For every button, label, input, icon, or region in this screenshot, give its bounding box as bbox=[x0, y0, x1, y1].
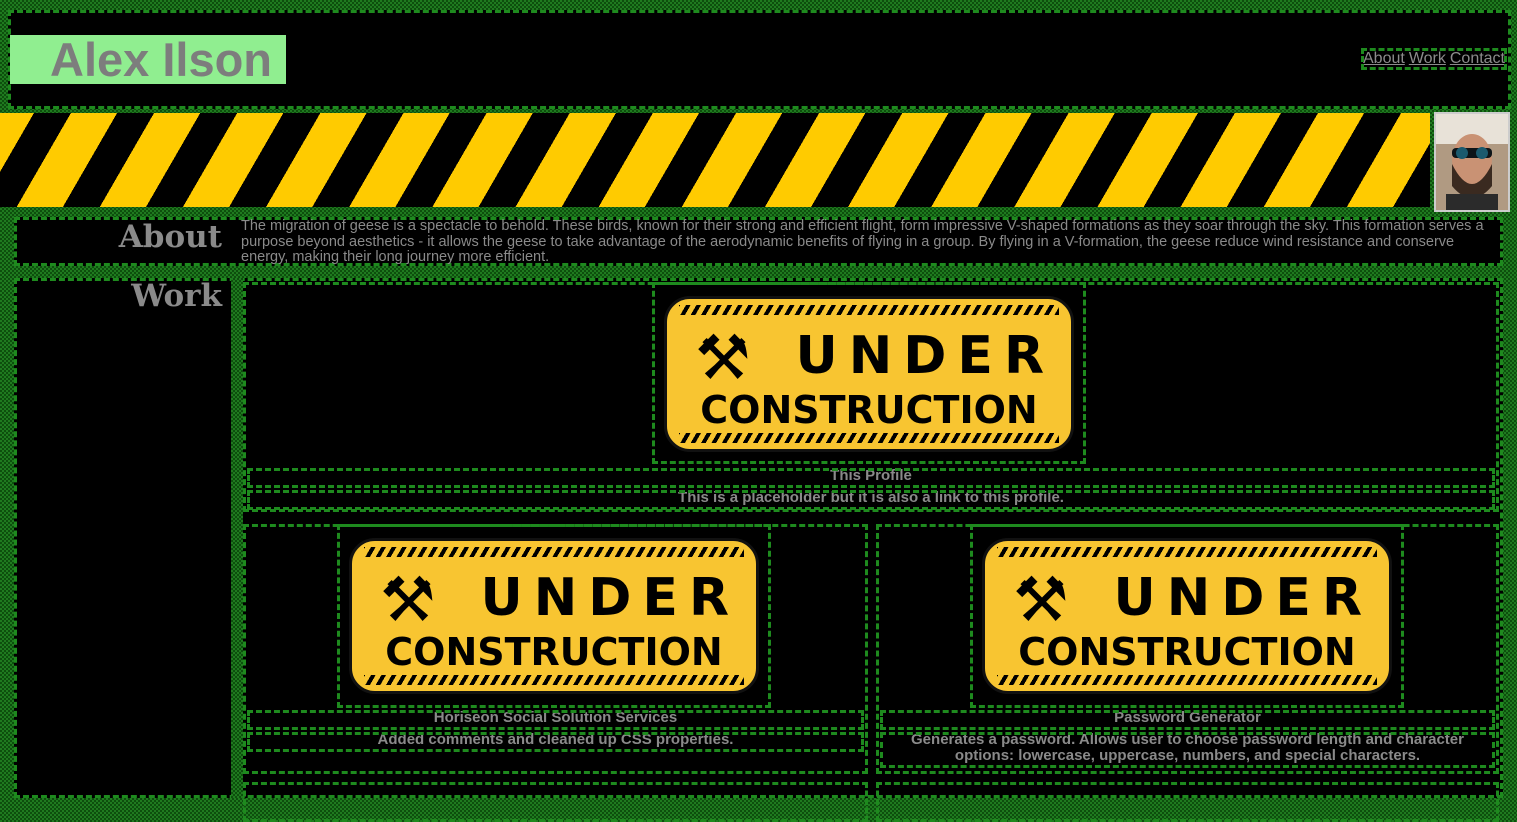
project-card[interactable] bbox=[243, 782, 868, 822]
project-card-profile[interactable]: ⚒ UNDER CONSTRUCTION This Profile This i… bbox=[243, 282, 1499, 512]
project-title: Password Generator bbox=[880, 710, 1495, 730]
sign-stripe bbox=[364, 547, 744, 557]
project-image-frame[interactable]: ⚒ UNDER CONSTRUCTION bbox=[970, 524, 1404, 708]
sign-stripe bbox=[997, 547, 1377, 557]
work-heading: Work bbox=[131, 278, 222, 314]
project-card[interactable] bbox=[876, 782, 1499, 822]
sign-stripe bbox=[679, 305, 1059, 315]
project-description: Generates a password. Allows user to cho… bbox=[880, 732, 1495, 768]
nav-link-work[interactable]: Work bbox=[1409, 50, 1446, 68]
sign-word-under: UNDER bbox=[480, 568, 740, 628]
under-construction-image: ⚒ UNDER CONSTRUCTION bbox=[664, 296, 1074, 452]
project-description: This is a placeholder but it is also a l… bbox=[247, 490, 1495, 510]
sign-word-construction: CONSTRUCTION bbox=[385, 630, 723, 674]
sign-stripe bbox=[679, 433, 1059, 443]
hazard-stripe-banner bbox=[0, 113, 1430, 207]
project-title: Horiseon Social Solution Services bbox=[247, 710, 864, 730]
project-title: This Profile bbox=[247, 468, 1495, 488]
main-nav: About Work Contact bbox=[1361, 48, 1507, 70]
project-image-frame[interactable]: ⚒ UNDER CONSTRUCTION bbox=[337, 524, 771, 708]
about-text: The migration of geese is a spectacle to… bbox=[241, 218, 1484, 266]
nav-link-about[interactable]: About bbox=[1363, 50, 1405, 68]
sign-stripe bbox=[997, 675, 1377, 685]
sign-word-under: UNDER bbox=[795, 326, 1055, 386]
profile-photo bbox=[1434, 112, 1510, 212]
nav-link-contact[interactable]: Contact bbox=[1450, 50, 1505, 68]
site-name: Alex Ilson bbox=[10, 35, 286, 84]
under-construction-image: ⚒ UNDER CONSTRUCTION bbox=[982, 538, 1392, 694]
about-heading: About bbox=[118, 219, 222, 255]
work-section: Work ⚒ UNDER CONSTRUCTION This Profile T… bbox=[14, 278, 1503, 822]
project-card-horiseon[interactable]: ⚒ UNDER CONSTRUCTION Horiseon Social Sol… bbox=[243, 524, 868, 774]
divider bbox=[231, 278, 243, 798]
sign-stripe bbox=[364, 675, 744, 685]
under-construction-image: ⚒ UNDER CONSTRUCTION bbox=[349, 538, 759, 694]
project-description: Added comments and cleaned up CSS proper… bbox=[247, 732, 864, 752]
project-image-frame[interactable]: ⚒ UNDER CONSTRUCTION bbox=[652, 282, 1086, 464]
sign-word-under: UNDER bbox=[1113, 568, 1373, 628]
project-card-password-generator[interactable]: ⚒ UNDER CONSTRUCTION Password Generator … bbox=[876, 524, 1499, 774]
sign-word-construction: CONSTRUCTION bbox=[1018, 630, 1356, 674]
site-header: Alex Ilson About Work Contact bbox=[8, 10, 1511, 109]
about-section: About The migration of geese is a specta… bbox=[14, 217, 1503, 266]
sign-word-construction: CONSTRUCTION bbox=[700, 388, 1038, 432]
